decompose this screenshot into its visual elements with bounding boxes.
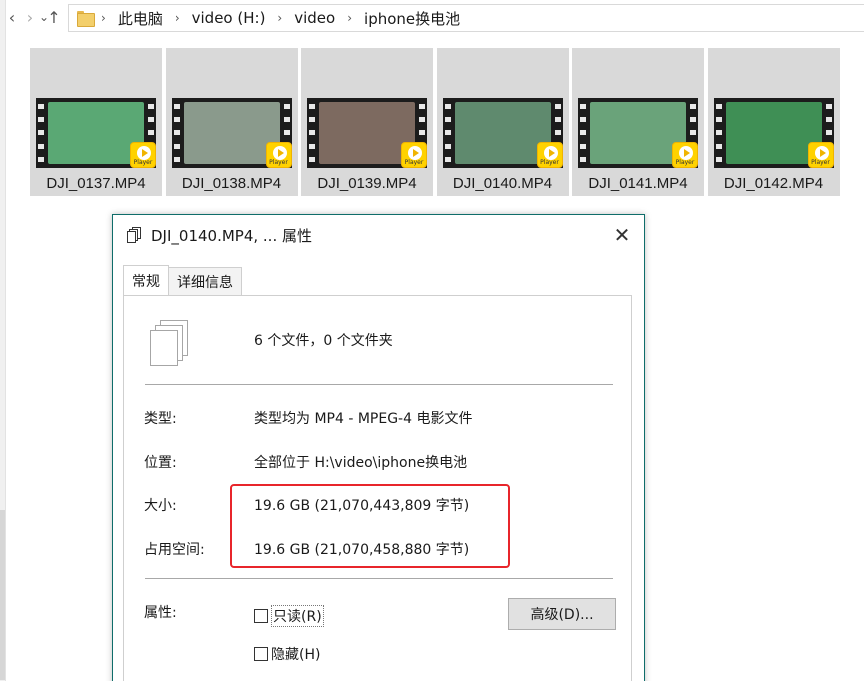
back-arrow-icon[interactable]: ‹ xyxy=(2,6,22,28)
breadcrumb-current-folder[interactable]: iphone换电池 xyxy=(364,8,460,29)
scrollbar-thumb[interactable] xyxy=(0,510,5,680)
size-highlight-box xyxy=(230,484,510,568)
left-scroll-edge xyxy=(0,0,6,681)
breadcrumb-separator[interactable]: › xyxy=(277,11,282,25)
file-name: DJI_0141.MP4 xyxy=(588,175,688,192)
readonly-checkbox[interactable]: 只读(R) xyxy=(254,605,324,627)
player-badge-icon: Player xyxy=(265,142,292,168)
file-item[interactable]: Player DJI_0137.MP4 xyxy=(30,48,162,196)
file-name: DJI_0139.MP4 xyxy=(317,175,417,192)
attributes-label: 属性: xyxy=(144,605,177,621)
file-name: DJI_0137.MP4 xyxy=(46,175,146,192)
file-item[interactable]: Player DJI_0140.MP4 xyxy=(436,48,569,196)
player-badge-icon: Player xyxy=(672,142,698,168)
readonly-label[interactable]: 只读(R) xyxy=(271,605,324,627)
dialog-title: DJI_0140.MP4, ... 属性 xyxy=(151,226,312,245)
hidden-label[interactable]: 隐藏(H) xyxy=(271,644,320,664)
location-value: 全部位于 H:\video\iphone换电池 xyxy=(254,455,468,471)
location-label: 位置: xyxy=(144,455,177,471)
tab-general[interactable]: 常规 xyxy=(123,265,169,295)
breadcrumb-separator[interactable]: › xyxy=(101,11,106,25)
size-on-disk-label: 占用空间: xyxy=(144,542,205,558)
advanced-button[interactable]: 高级(D)... xyxy=(508,598,616,630)
breadcrumb-drive[interactable]: video (H:) xyxy=(192,9,266,27)
dialog-titlebar[interactable]: DJI_0140.MP4, ... 属性 ✕ xyxy=(113,215,644,255)
file-item[interactable]: Player DJI_0142.MP4 xyxy=(707,48,840,196)
checkbox-box[interactable] xyxy=(254,609,268,623)
file-name: DJI_0140.MP4 xyxy=(452,175,553,192)
type-label: 类型: xyxy=(144,411,177,427)
divider xyxy=(145,384,613,385)
file-item[interactable]: Player DJI_0141.MP4 xyxy=(572,48,704,196)
tab-details[interactable]: 详细信息 xyxy=(168,267,242,295)
general-panel: 6 个文件，0 个文件夹 类型: 类型均为 MP4 - MPEG-4 电影文件 … xyxy=(123,295,632,681)
player-badge-icon: Player xyxy=(401,142,427,168)
hidden-checkbox[interactable]: 隐藏(H) xyxy=(254,644,320,664)
breadcrumb-separator[interactable]: › xyxy=(175,11,180,25)
address-bar[interactable]: › 此电脑 › video (H:) › video › iphone换电池 xyxy=(68,4,864,32)
up-arrow-icon[interactable]: ↑ xyxy=(44,6,64,28)
breadcrumb-this-pc[interactable]: 此电脑 xyxy=(118,8,163,29)
folder-icon xyxy=(77,11,95,27)
multiple-files-icon xyxy=(127,227,143,243)
divider xyxy=(145,578,613,579)
close-icon[interactable]: ✕ xyxy=(610,223,634,247)
file-grid: Player DJI_0137.MP4 Player DJI_0138.MP4 … xyxy=(30,48,840,196)
file-item[interactable]: Player DJI_0138.MP4 xyxy=(165,48,298,196)
breadcrumb-separator[interactable]: › xyxy=(347,11,352,25)
size-label: 大小: xyxy=(144,498,177,514)
type-value: 类型均为 MP4 - MPEG-4 电影文件 xyxy=(254,411,473,427)
properties-dialog: DJI_0140.MP4, ... 属性 ✕ 常规 详细信息 6 个文件，0 个… xyxy=(112,214,645,681)
file-name: DJI_0142.MP4 xyxy=(723,175,824,192)
breadcrumb-video[interactable]: video xyxy=(294,9,335,27)
player-badge-icon: Player xyxy=(536,142,563,168)
selection-count: 6 个文件，0 个文件夹 xyxy=(254,333,393,349)
file-name: DJI_0138.MP4 xyxy=(181,175,282,192)
player-badge-icon: Player xyxy=(807,142,834,168)
player-badge-icon: Player xyxy=(130,142,156,168)
dialog-tabs: 常规 详细信息 xyxy=(123,265,242,295)
multiple-files-icon xyxy=(150,320,190,368)
checkbox-box[interactable] xyxy=(254,647,268,661)
file-item[interactable]: Player DJI_0139.MP4 xyxy=(301,48,433,196)
